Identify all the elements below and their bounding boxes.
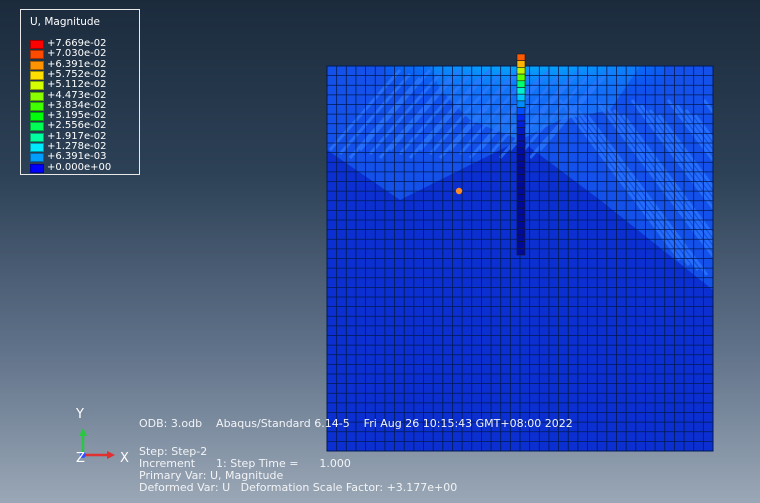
- legend-swatch: [30, 91, 44, 101]
- legend-value: +0.000e+00: [47, 161, 112, 173]
- legend-swatch: [30, 132, 44, 142]
- axis-triad: Y X Z: [70, 405, 140, 466]
- contour-legend[interactable]: U, Magnitude +7.669e-02 +7.030e-02 +6.391e…: [20, 9, 140, 175]
- odb-info: ODB: 3.odb Abaqus/Standard 6.14-5 Fri Au…: [139, 417, 573, 430]
- legend-title: U, Magnitude: [30, 16, 100, 28]
- pile-column: [516, 53, 526, 256]
- legend-swatch: [30, 143, 44, 152]
- marker-point[interactable]: [455, 187, 463, 195]
- legend-swatch: [30, 122, 44, 132]
- deformed-var-info: Deformed Var: U Deformation Scale Factor…: [139, 481, 458, 494]
- legend-swatch: [30, 81, 44, 91]
- legend-swatch: [30, 101, 44, 111]
- legend-swatch: [30, 70, 44, 80]
- legend-swatch: [30, 112, 44, 122]
- legend-swatch: [30, 163, 44, 173]
- triad-y-label: Y: [76, 407, 84, 422]
- legend-swatch: [30, 60, 44, 70]
- abaqus-viewport[interactable]: U, Magnitude +7.669e-02 +7.030e-02 +6.391e…: [0, 0, 760, 503]
- legend-swatch: [30, 50, 44, 60]
- triad-z-label: Z: [76, 451, 85, 466]
- legend-entry: +0.000e+00: [30, 161, 138, 174]
- legend-swatch: [30, 40, 44, 49]
- triad-x-label: X: [120, 451, 129, 466]
- mesh-contours: [327, 66, 713, 451]
- legend-swatch: [30, 153, 44, 163]
